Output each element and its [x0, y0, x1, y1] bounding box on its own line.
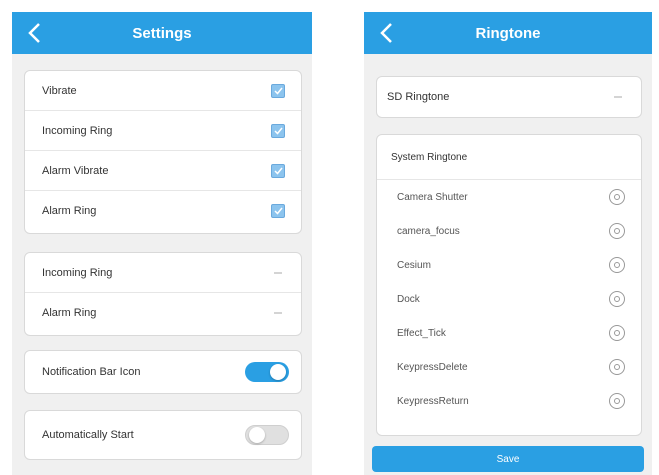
- incoming-ring-select-row[interactable]: Incoming Ring: [25, 253, 301, 293]
- radio-dot-icon: [614, 364, 620, 370]
- back-arrow-icon: [28, 23, 40, 43]
- notification-bar-icon-group: Notification Bar Icon: [24, 350, 302, 394]
- check-icon: [273, 87, 283, 95]
- back-button[interactable]: [372, 18, 400, 48]
- chevron-right-icon: [271, 309, 285, 317]
- chevron-right-icon: [271, 269, 285, 277]
- automatically-start-row[interactable]: Automatically Start: [25, 411, 301, 459]
- ringtone-radio[interactable]: [609, 359, 625, 375]
- ringtone-item[interactable]: KeypressDelete: [377, 350, 641, 384]
- alarm-vibrate-checkbox[interactable]: [271, 163, 285, 178]
- check-icon: [273, 167, 283, 175]
- ringtone-screen: Ringtone SD Ringtone System Ringtone Cam…: [364, 12, 652, 475]
- vibrate-checkbox[interactable]: [271, 83, 285, 98]
- page-title: Ringtone: [475, 24, 541, 42]
- radio-dot-icon: [614, 262, 620, 268]
- checkbox-settings-group: Vibrate Incoming Ring Alarm Vibrate Alar…: [24, 70, 302, 234]
- ringtone-item-label: KeypressDelete: [397, 361, 468, 373]
- system-ringtone-header: System Ringtone: [377, 135, 641, 180]
- incoming-ring-label: Incoming Ring: [42, 124, 113, 137]
- system-ringtone-group: System Ringtone Camera Shutter camera_fo…: [376, 134, 642, 436]
- alarm-ring-select-label: Alarm Ring: [42, 307, 97, 319]
- ringtone-radio[interactable]: [609, 325, 625, 341]
- ringtone-item-label: Camera Shutter: [397, 191, 468, 203]
- incoming-ring-checkbox[interactable]: [271, 123, 285, 138]
- sd-ringtone-row[interactable]: SD Ringtone: [377, 77, 641, 117]
- alarm-ring-row[interactable]: Alarm Ring: [25, 191, 301, 231]
- back-button[interactable]: [20, 18, 48, 48]
- ringtone-item-label: Cesium: [397, 259, 431, 271]
- automatically-start-toggle[interactable]: [245, 425, 289, 445]
- ringtone-item[interactable]: Effect_Tick: [377, 316, 641, 350]
- automatically-start-label: Automatically Start: [42, 429, 134, 441]
- ringtone-item-label: camera_focus: [397, 225, 460, 237]
- chevron-right-icon: [611, 93, 625, 101]
- notification-bar-icon-label: Notification Bar Icon: [42, 366, 141, 378]
- alarm-vibrate-label: Alarm Vibrate: [42, 164, 109, 177]
- ringtone-item[interactable]: camera_focus: [377, 214, 641, 248]
- radio-dot-icon: [614, 330, 620, 336]
- sd-ringtone-label: SD Ringtone: [387, 91, 450, 103]
- ringtone-item[interactable]: Dock: [377, 282, 641, 316]
- ringtone-top-bar: Ringtone: [364, 12, 652, 54]
- ringtone-item[interactable]: Cesium: [377, 248, 641, 282]
- ringtone-radio[interactable]: [609, 223, 625, 239]
- ringtone-item-label: Effect_Tick: [397, 327, 446, 339]
- alarm-vibrate-row[interactable]: Alarm Vibrate: [25, 151, 301, 191]
- back-arrow-icon: [380, 23, 392, 43]
- notification-bar-icon-toggle[interactable]: [245, 362, 289, 382]
- settings-top-bar: Settings: [12, 12, 312, 54]
- radio-dot-icon: [614, 398, 620, 404]
- check-icon: [273, 207, 283, 215]
- ringtone-item[interactable]: KeypressReturn: [377, 384, 641, 418]
- vibrate-row[interactable]: Vibrate: [25, 71, 301, 111]
- ringtone-item-label: KeypressReturn: [397, 395, 469, 407]
- toggle-knob: [270, 364, 286, 380]
- ringtone-radio[interactable]: [609, 189, 625, 205]
- check-icon: [273, 127, 283, 135]
- incoming-ring-row[interactable]: Incoming Ring: [25, 111, 301, 151]
- sd-ringtone-group: SD Ringtone: [376, 76, 642, 118]
- radio-dot-icon: [614, 194, 620, 200]
- radio-dot-icon: [614, 228, 620, 234]
- page-title: Settings: [132, 24, 192, 42]
- ringtone-radio[interactable]: [609, 257, 625, 273]
- incoming-ring-select-label: Incoming Ring: [42, 266, 113, 279]
- ringtone-radio[interactable]: [609, 393, 625, 409]
- toggle-knob: [249, 427, 265, 443]
- ringtone-radio[interactable]: [609, 291, 625, 307]
- ringtone-item-label: Dock: [397, 293, 420, 305]
- ringtone-select-group: Incoming Ring Alarm Ring: [24, 252, 302, 336]
- automatically-start-group: Automatically Start: [24, 410, 302, 460]
- save-button[interactable]: Save: [372, 446, 644, 472]
- settings-screen: Settings Vibrate Incoming Ring Alarm Vib…: [12, 12, 312, 475]
- vibrate-label: Vibrate: [42, 84, 77, 97]
- alarm-ring-label: Alarm Ring: [42, 205, 97, 217]
- alarm-ring-checkbox[interactable]: [271, 204, 285, 218]
- notification-bar-icon-row[interactable]: Notification Bar Icon: [25, 351, 301, 393]
- alarm-ring-select-row[interactable]: Alarm Ring: [25, 293, 301, 333]
- ringtone-item[interactable]: Camera Shutter: [377, 180, 641, 214]
- radio-dot-icon: [614, 296, 620, 302]
